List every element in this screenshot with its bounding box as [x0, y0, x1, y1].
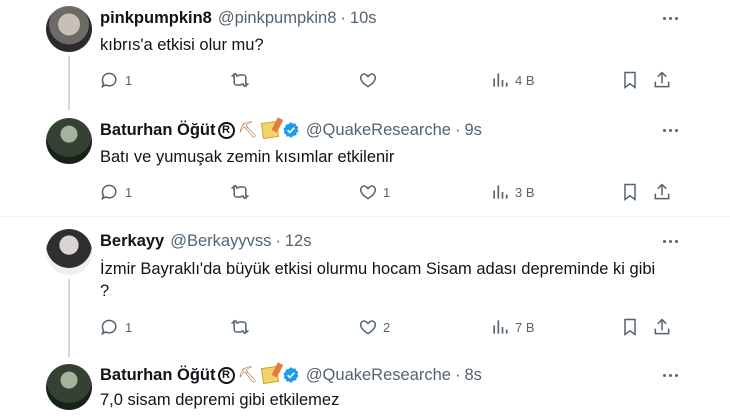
- registered-emoji-icon: R: [217, 366, 235, 384]
- separator-dot: ·: [275, 231, 281, 250]
- reply-count: 1: [125, 184, 133, 200]
- author-name[interactable]: Baturhan Öğüt: [100, 121, 216, 140]
- like-button[interactable]: [358, 68, 378, 92]
- avatar[interactable]: [46, 229, 92, 275]
- like-icon: [359, 320, 377, 335]
- tweet-header: Baturhan Öğüt R ⛏ @QuakeResearche · 8s: [100, 364, 482, 386]
- bookmark-button[interactable]: [620, 180, 640, 204]
- reply-button[interactable]: 1: [100, 68, 132, 92]
- author-handle[interactable]: @QuakeResearche: [306, 366, 451, 385]
- share-icon: [654, 71, 670, 88]
- registered-emoji-icon: R: [217, 121, 235, 139]
- reply-count: 1: [125, 319, 133, 335]
- share-button[interactable]: [652, 315, 672, 339]
- tweet-header: pinkpumpkin8 @pinkpumpkin8 · 10s: [100, 7, 377, 29]
- tweet-header: Baturhan Öğüt R ⛏ @QuakeResearche · 9s: [100, 119, 482, 141]
- views-count: 7 B: [515, 319, 535, 335]
- share-button[interactable]: [652, 68, 672, 92]
- reply-button[interactable]: 1: [100, 315, 132, 339]
- retweet-button[interactable]: [230, 315, 250, 339]
- memo-emoji-icon: [260, 365, 279, 385]
- pick-emoji-icon: ⛏: [237, 122, 258, 139]
- reply-count: 1: [125, 72, 133, 88]
- bookmark-icon: [624, 183, 636, 201]
- share-icon: [654, 318, 670, 335]
- like-button[interactable]: 1: [358, 180, 390, 204]
- tweet-text-line: İzmir Bayraklı'da büyük etkisi olurmu ho…: [100, 260, 656, 278]
- timestamp[interactable]: 8s: [464, 366, 481, 385]
- bookmark-icon: [624, 318, 636, 336]
- like-count: 2: [383, 319, 391, 335]
- like-icon: [359, 185, 377, 200]
- tweet-header: Berkayy @Berkayyvss · 12s: [100, 230, 311, 252]
- tweet-actions: 1 4 B: [0, 68, 730, 92]
- separator-dot: ·: [454, 120, 461, 139]
- tweet-baturhan-reply[interactable]: Baturhan Öğüt R ⛏ @QuakeResearche · 9s B…: [0, 110, 730, 216]
- views-button[interactable]: 3 B: [490, 180, 535, 204]
- tweet-berkayy[interactable]: Berkayy @Berkayyvss · 12s İzmir Bayraklı…: [0, 217, 730, 357]
- views-count: 4 B: [515, 72, 535, 88]
- author-name[interactable]: Baturhan Öğüt: [100, 366, 216, 385]
- tweet-text: İzmir Bayraklı'da büyük etkisi olurmu ho…: [100, 258, 655, 302]
- reply-icon: [101, 72, 117, 89]
- reply-icon: [101, 184, 117, 201]
- retweet-button[interactable]: [230, 180, 250, 204]
- views-icon: [493, 320, 508, 334]
- pick-emoji-icon: ⛏: [237, 367, 258, 384]
- more-icon[interactable]: [660, 120, 680, 140]
- views-button[interactable]: 7 B: [490, 315, 535, 339]
- reply-icon: [101, 319, 117, 336]
- verified-icon[interactable]: [282, 121, 300, 139]
- retweet-button[interactable]: [230, 68, 250, 92]
- more-icon[interactable]: [660, 231, 680, 251]
- views-icon: [493, 73, 508, 87]
- bookmark-button[interactable]: [620, 315, 640, 339]
- more-icon[interactable]: [660, 365, 680, 385]
- retweet-icon: [230, 72, 250, 88]
- avatar[interactable]: [46, 364, 92, 410]
- timestamp[interactable]: 10s: [350, 9, 377, 28]
- separator-dot: ·: [340, 8, 346, 27]
- avatar[interactable]: [46, 118, 92, 164]
- tweet-text: Batı ve yumuşak zemin kısımlar etkilenir: [100, 148, 395, 166]
- like-icon: [359, 73, 377, 88]
- more-icon[interactable]: [660, 8, 680, 28]
- timestamp[interactable]: 12s: [285, 232, 312, 251]
- author-handle[interactable]: @Berkayyvss: [170, 232, 271, 251]
- retweet-icon: [230, 319, 250, 335]
- memo-emoji-icon: [260, 120, 279, 140]
- views-icon: [493, 185, 508, 199]
- author-name[interactable]: Berkayy: [100, 232, 164, 251]
- tweet-baturhan-reply-2[interactable]: Baturhan Öğüt R ⛏ @QuakeResearche · 8s 7…: [0, 357, 730, 420]
- like-button[interactable]: 2: [358, 315, 390, 339]
- tweet-pinkpumpkin8[interactable]: pinkpumpkin8 @pinkpumpkin8 · 10s kıbrıs'…: [0, 0, 730, 110]
- tweet-text: 7,0 sisam depremi gibi etkilemez: [100, 391, 340, 409]
- avatar[interactable]: [46, 6, 92, 52]
- reply-button[interactable]: 1: [100, 180, 132, 204]
- bookmark-icon: [624, 71, 636, 89]
- author-handle[interactable]: @QuakeResearche: [306, 121, 451, 140]
- author-handle[interactable]: @pinkpumpkin8: [218, 9, 337, 28]
- timestamp[interactable]: 9s: [464, 121, 481, 140]
- author-name[interactable]: pinkpumpkin8: [100, 9, 212, 28]
- retweet-icon: [230, 184, 250, 200]
- share-button[interactable]: [652, 180, 672, 204]
- share-icon: [654, 183, 670, 200]
- tweet-actions: 1 2 7 B: [0, 315, 730, 339]
- views-button[interactable]: 4 B: [490, 68, 535, 92]
- separator-dot: ·: [454, 365, 461, 384]
- views-count: 3 B: [515, 184, 535, 200]
- tweet-text: kıbrıs'a etkisi olur mu?: [100, 36, 264, 54]
- like-count: 1: [383, 184, 391, 200]
- tweet-text-line: ?: [100, 282, 110, 300]
- tweet-actions: 1 1 3 B: [0, 180, 730, 204]
- bookmark-button[interactable]: [620, 68, 640, 92]
- verified-icon[interactable]: [282, 366, 300, 384]
